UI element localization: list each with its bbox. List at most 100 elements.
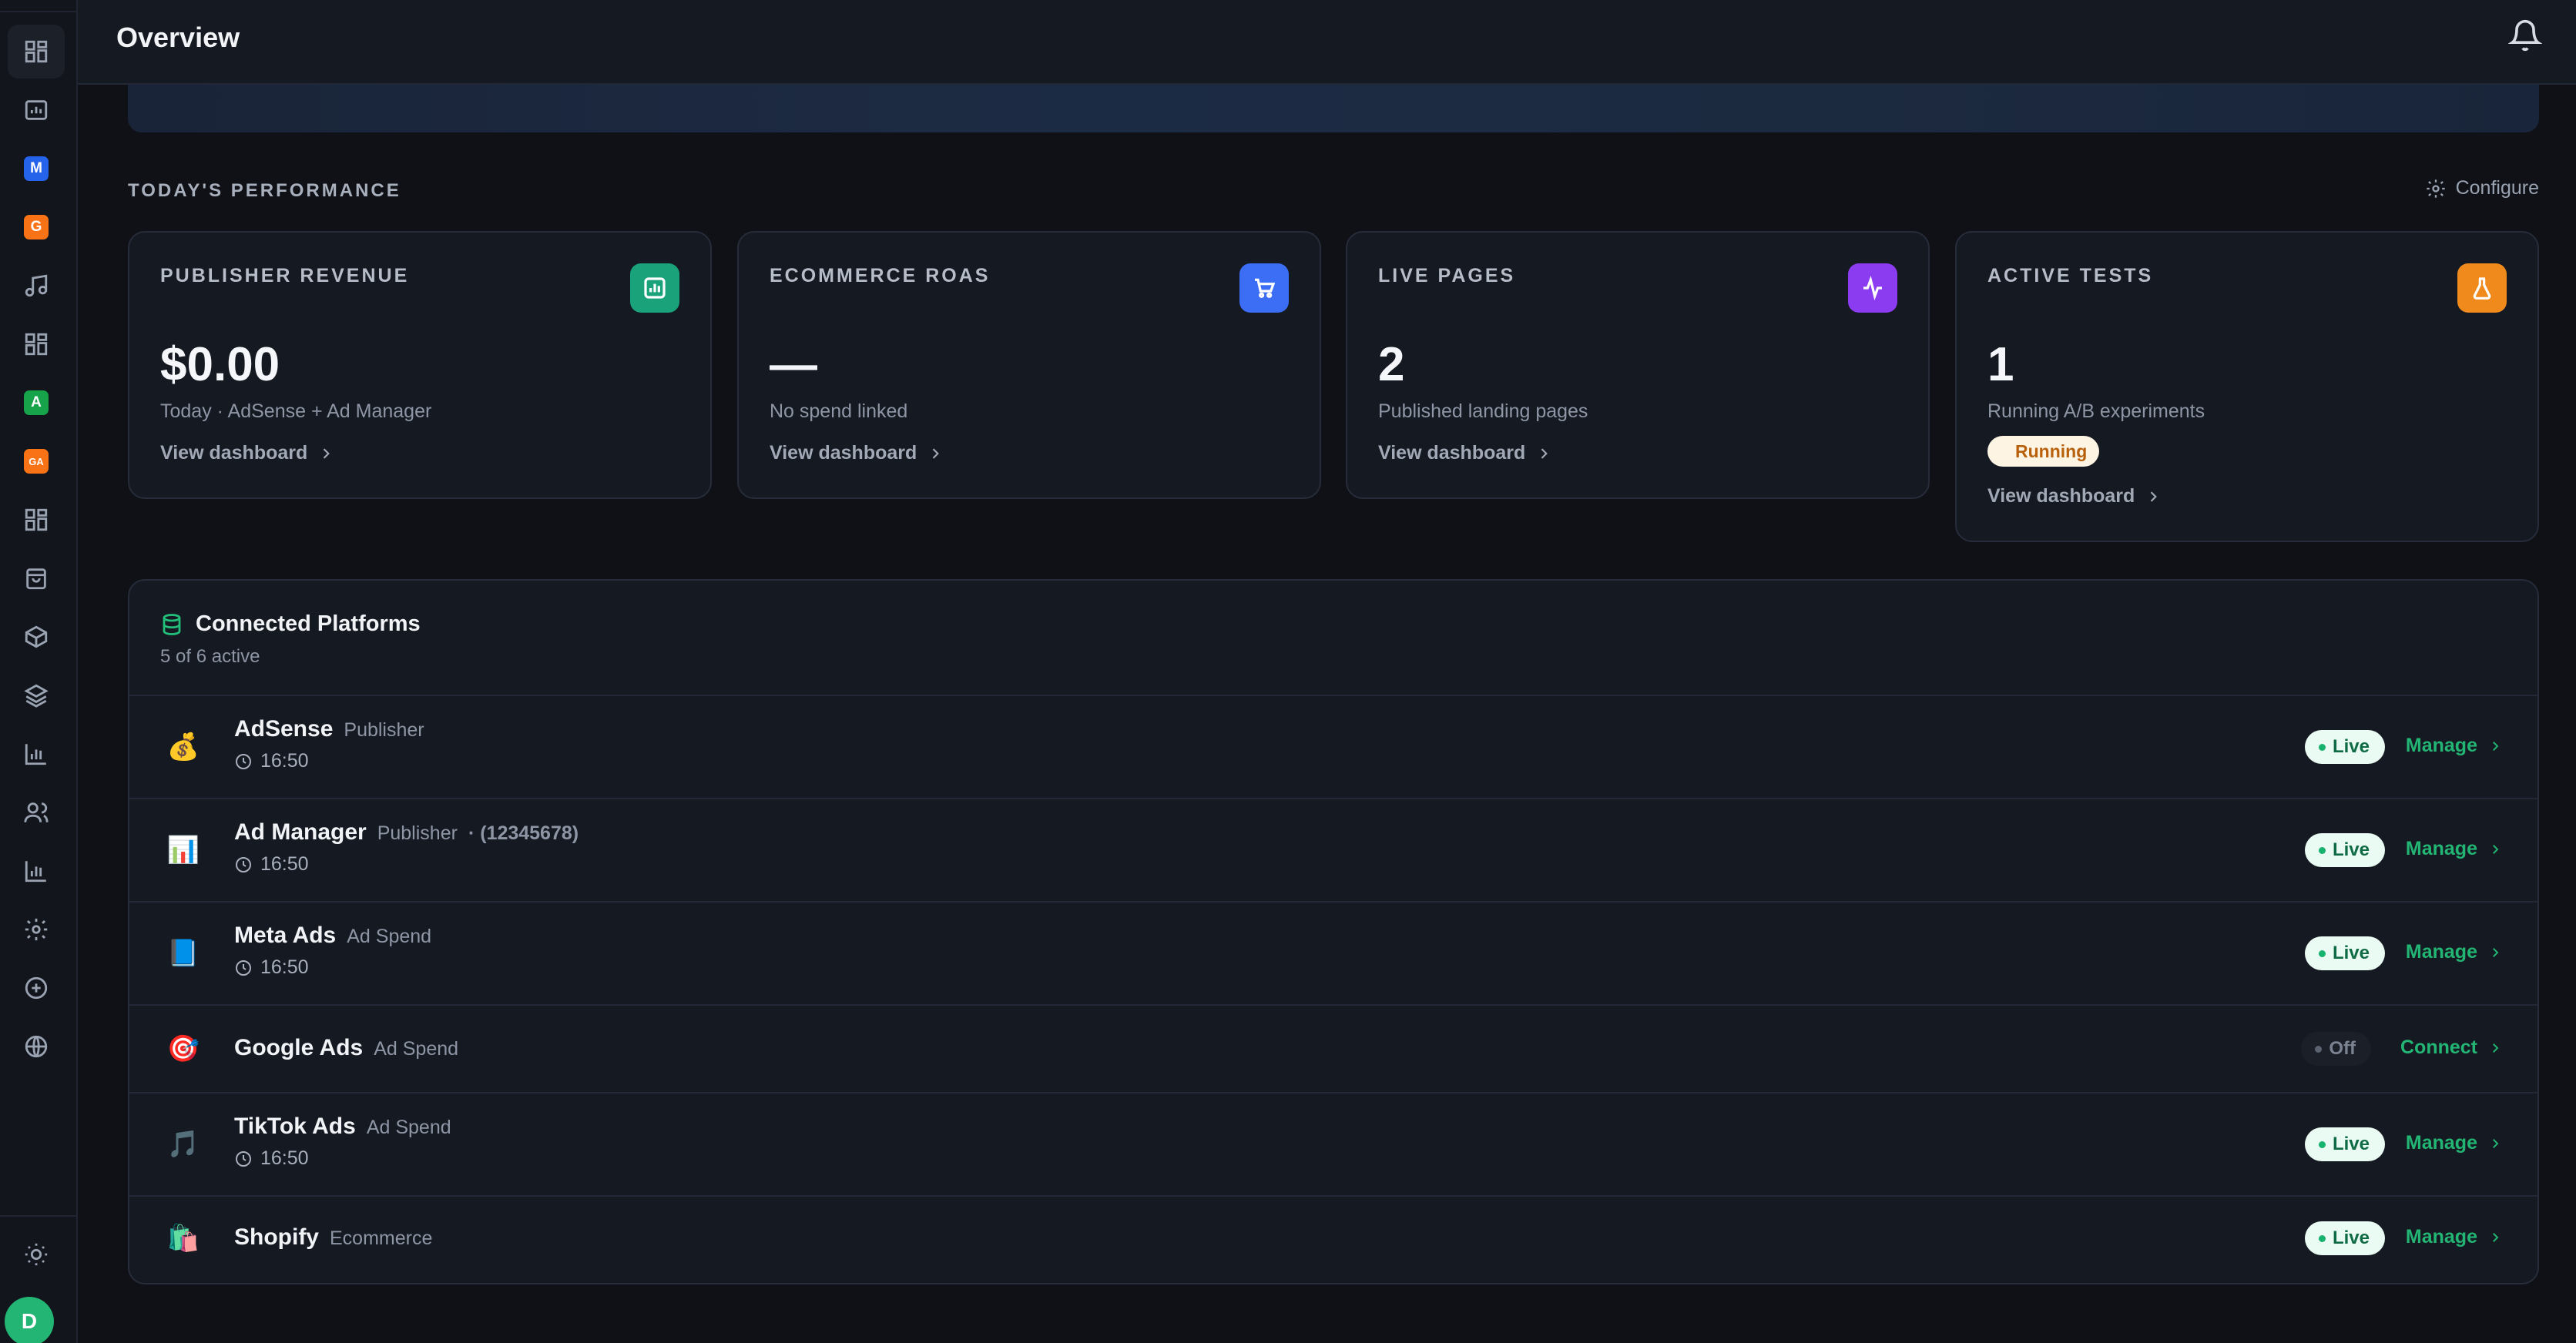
manage-button[interactable]: Manage (2406, 838, 2502, 860)
music-icon (25, 274, 48, 297)
chevron-right-icon (2493, 947, 2499, 957)
link-label: View dashboard (770, 442, 917, 464)
meta-badge-icon: M (24, 156, 49, 181)
platform-name-line: TikTok Ads Ad Spend (234, 1114, 451, 1140)
gear-icon (2426, 179, 2445, 198)
platform-name: Ad Manager (234, 819, 367, 845)
sidebar-item-adsense[interactable]: A (8, 376, 65, 430)
last-sync: 16:50 (234, 956, 431, 979)
last-sync: 16:50 (234, 750, 424, 772)
status-badge: Live (2304, 936, 2385, 970)
status-badge: Live (2304, 1127, 2385, 1161)
sidebar-item-insights[interactable] (8, 844, 65, 898)
sidebar-item-tiktok[interactable] (8, 259, 65, 313)
platform-row-google-ads: 🎯 Google Ads Ad Spend Off Connect (129, 1004, 2537, 1092)
platform-info: Ad Manager Publisher · (12345678) 16:50 (234, 819, 579, 876)
card-publisher-revenue: PUBLISHER REVENUE $0.00 Today · AdSense … (128, 231, 712, 499)
platform-type: Ad Spend (366, 1117, 451, 1138)
chevron-right-icon (2493, 741, 2499, 751)
view-dashboard-link[interactable]: View dashboard (1987, 485, 2161, 507)
sidebar-item-stats[interactable] (8, 727, 65, 781)
view-dashboard-link[interactable]: View dashboard (1378, 442, 1551, 464)
clock-icon (236, 960, 251, 976)
sidebar-item-products[interactable] (8, 610, 65, 664)
platform-type: Ad Spend (347, 926, 432, 947)
adsense-badge-icon: A (24, 390, 49, 415)
dashboard-icon (25, 40, 48, 63)
sidebar-item-users[interactable] (8, 785, 65, 839)
avatar[interactable]: D (5, 1297, 54, 1343)
action-label: Manage (2405, 838, 2477, 859)
manage-button[interactable]: Manage (2406, 941, 2502, 963)
view-dashboard-link[interactable]: View dashboard (770, 442, 943, 464)
platform-name: Shopify (234, 1224, 319, 1250)
panel-header: Connected Platforms 5 of 6 active (160, 611, 421, 668)
chevron-right-icon (932, 447, 940, 459)
sidebar-item-add[interactable] (8, 961, 65, 1015)
sidebar-item-analytics[interactable]: GA (8, 434, 65, 488)
sidebar-item-meta[interactable]: M (8, 142, 65, 196)
shopping-bag-icon (26, 568, 46, 590)
platform-info: TikTok Ads Ad Spend 16:50 (234, 1114, 451, 1170)
activity-icon (1848, 263, 1897, 313)
status-badge: Off (2301, 1032, 2371, 1066)
card-live-pages: LIVE PAGES 2 Published landing pages Vie… (1346, 231, 1930, 499)
sidebar-item-grid[interactable] (8, 317, 65, 371)
manage-button[interactable]: Manage (2406, 1132, 2502, 1154)
notifications-button[interactable] (2507, 18, 2545, 55)
sidebar-item-widgets[interactable] (8, 493, 65, 547)
page-title: Overview (116, 22, 240, 53)
sync-time: 16:50 (260, 1147, 309, 1169)
clock-icon (236, 753, 251, 769)
connect-button[interactable]: Connect (2400, 1037, 2502, 1059)
status-badge: Live (2304, 730, 2385, 764)
status-badge: Running (1987, 436, 2100, 467)
sidebar-item-layers[interactable] (8, 668, 65, 722)
bar-chart-icon (630, 263, 679, 313)
cart-icon (1239, 263, 1289, 313)
platform-info: Meta Ads Ad Spend 16:50 (234, 923, 431, 979)
card-ecommerce-roas: ECOMMERCE ROAS — No spend linked View da… (737, 231, 1321, 499)
platform-row-ad-manager: 📊 Ad Manager Publisher · (12345678) 16:50 … (129, 798, 2537, 901)
report-icon (25, 100, 48, 120)
analytics-badge-icon: GA (24, 449, 49, 474)
chevron-right-icon (2493, 844, 2499, 854)
view-dashboard-link[interactable]: View dashboard (160, 442, 334, 464)
action-label: Manage (2405, 735, 2477, 756)
panel-title-text: Connected Platforms (196, 611, 421, 636)
grid-icon (25, 333, 48, 356)
sidebar-item-globe[interactable] (8, 1020, 65, 1073)
configure-button[interactable]: Configure (2425, 177, 2539, 199)
app: M G A GA D Overview TODAY'S PERFORMANCE … (0, 0, 2576, 1343)
action-label: Manage (2405, 1226, 2477, 1248)
last-sync: 16:50 (234, 853, 579, 876)
manage-button[interactable]: Manage (2406, 1226, 2502, 1248)
panel-subtitle: 5 of 6 active (160, 646, 260, 667)
sidebar-item-shop[interactable] (8, 551, 65, 605)
theme-toggle[interactable] (8, 1227, 65, 1281)
platform-name-line: AdSense Publisher (234, 716, 424, 742)
target-icon: 🎯 (166, 1034, 200, 1063)
platform-type: Publisher (344, 719, 424, 741)
card-label: ACTIVE TESTS (1987, 265, 2154, 286)
globe-icon (25, 1035, 48, 1058)
google-badge-icon: G (24, 215, 49, 239)
top-bar: Overview (78, 0, 2576, 85)
card-value: — (770, 338, 817, 391)
manage-button[interactable]: Manage (2406, 735, 2502, 757)
platform-name: TikTok Ads (234, 1114, 356, 1139)
action-label: Connect (2400, 1037, 2477, 1058)
sidebar-item-overview[interactable] (8, 25, 65, 79)
sidebar-divider-top (0, 11, 76, 12)
sidebar-item-reports[interactable] (8, 83, 65, 137)
last-sync: 16:50 (234, 1147, 451, 1170)
platform-name: AdSense (234, 716, 334, 742)
chevron-right-icon (2493, 1138, 2499, 1148)
platform-name: Meta Ads (234, 923, 337, 948)
sidebar-item-google[interactable]: G (8, 200, 65, 254)
sidebar-item-settings[interactable] (8, 903, 65, 956)
platform-row-meta-ads: 📘 Meta Ads Ad Spend 16:50 Live Manage (129, 901, 2537, 1004)
status-badge: Live (2304, 1221, 2385, 1255)
card-subtitle: Published landing pages (1378, 400, 1588, 422)
chevron-right-icon (2150, 491, 2158, 502)
